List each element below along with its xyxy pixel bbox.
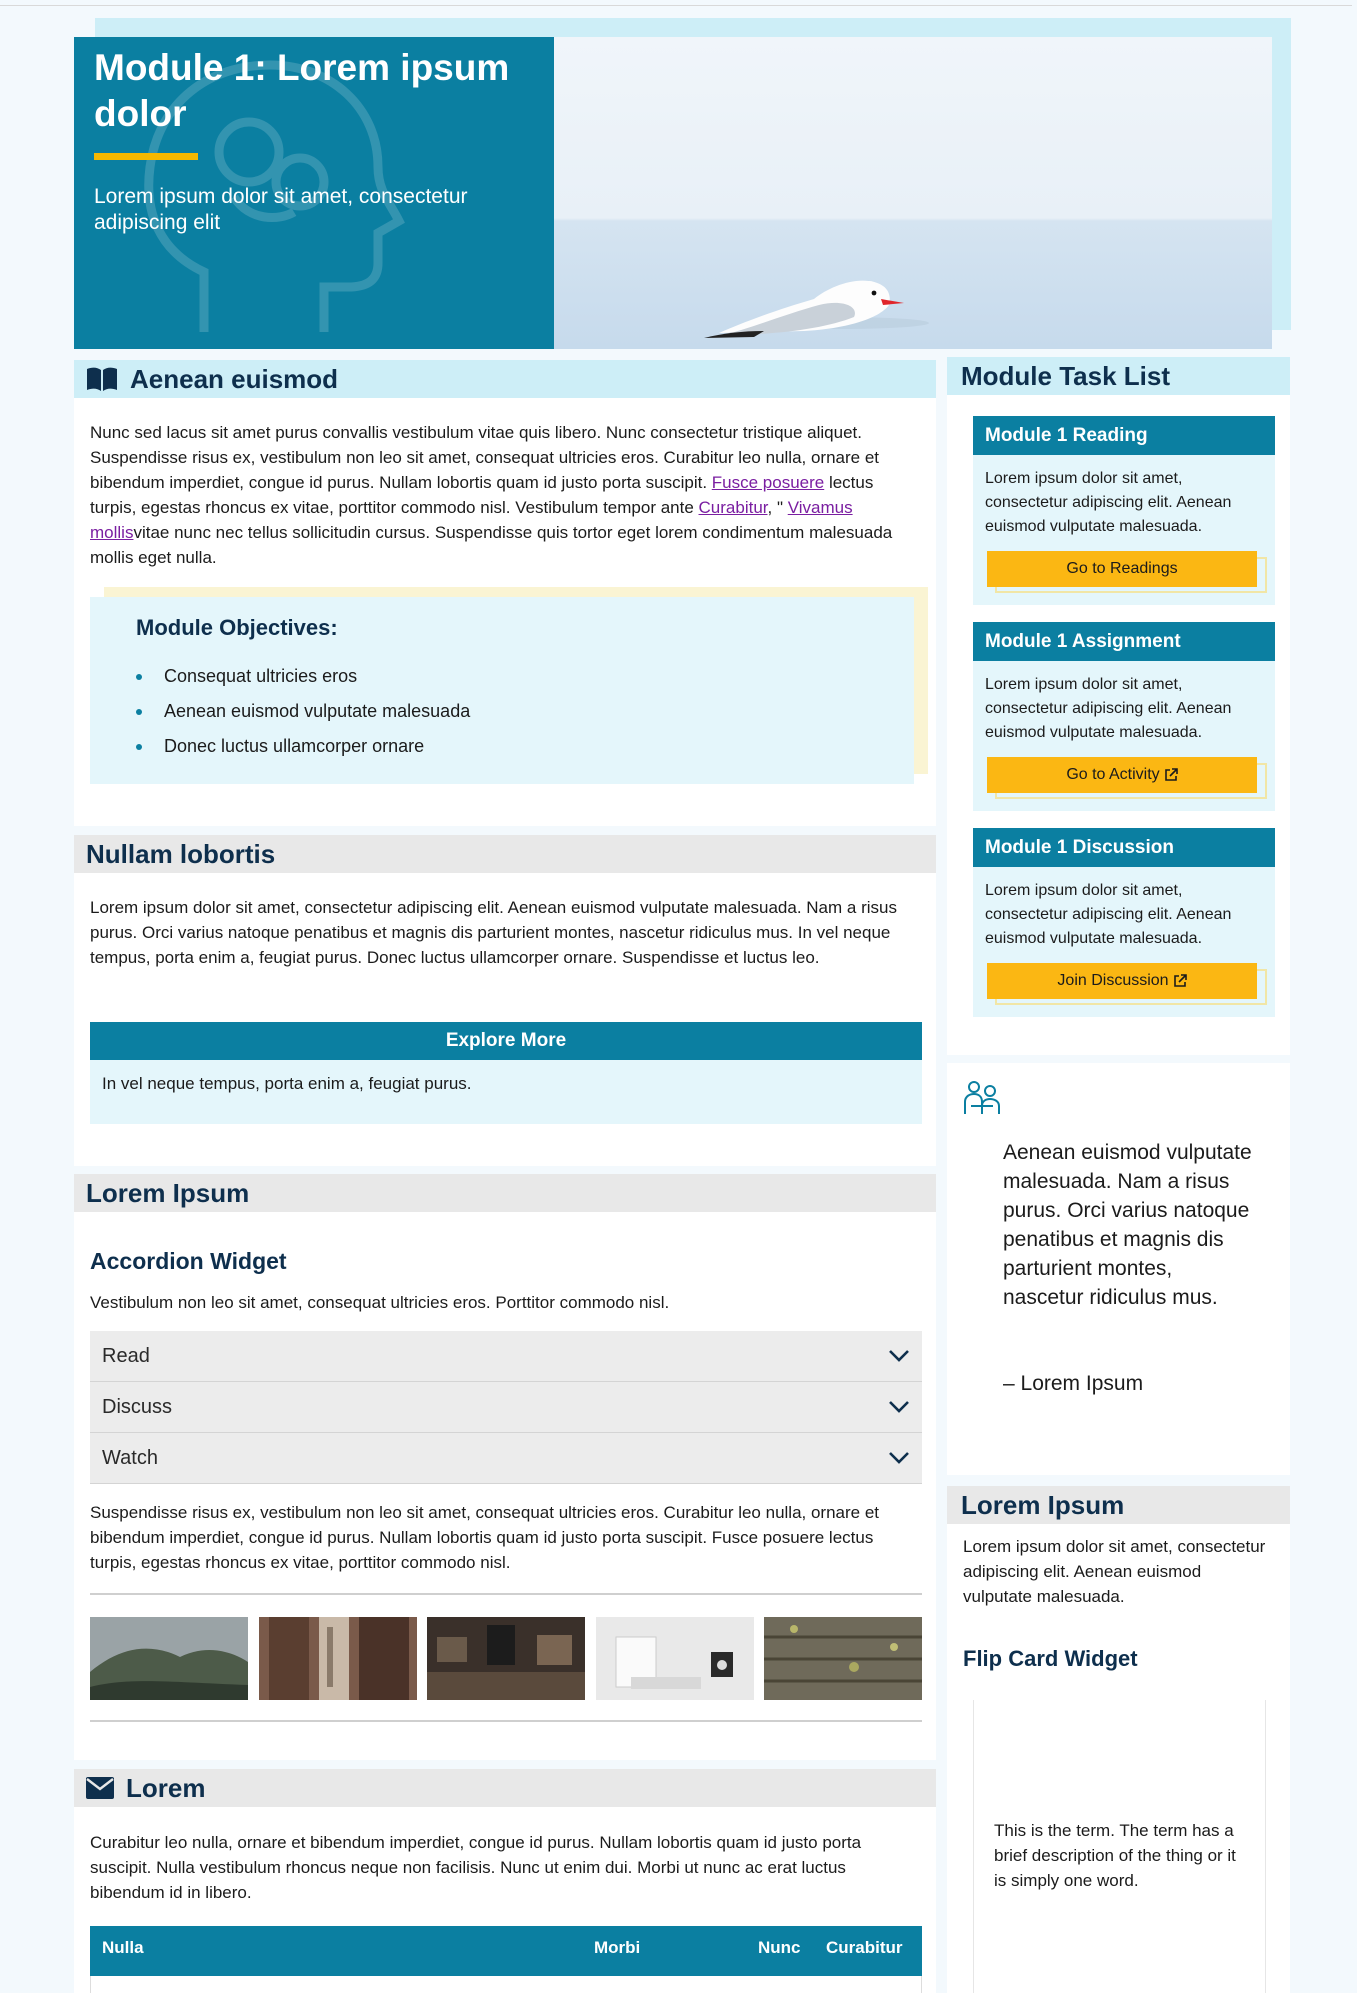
section-paragraph: Nunc sed lacus sit amet purus convallis … — [90, 420, 922, 570]
table-header-cell: Morbi — [594, 1938, 641, 1957]
go-to-activity-button[interactable]: Go to Activity — [987, 757, 1257, 793]
task-title: Module 1 Assignment — [973, 622, 1275, 661]
task-button-wrap: Go to Activity — [985, 757, 1267, 801]
gallery-bottom-divider — [90, 1720, 922, 1722]
title-underline — [94, 153, 198, 160]
flip-card-text: This is the term. The term has a brief d… — [994, 1821, 1236, 1890]
table-header-cell: Nunc — [758, 1938, 801, 1957]
accordion-item-read[interactable]: Read — [90, 1331, 922, 1382]
page-subtitle: Lorem ipsum dolor sit amet, consectetur … — [94, 185, 468, 234]
sidebar-lorem-header: Lorem Ipsum — [947, 1486, 1290, 1524]
book-icon — [87, 367, 117, 391]
top-divider — [0, 5, 1352, 6]
task-body: Lorem ipsum dolor sit amet, consectetur … — [973, 867, 1275, 1017]
paragraph-text: vitae nunc nec tellus sollicitudin cursu… — [90, 523, 893, 567]
objective-item: Donec luctus ullamcorper ornare — [136, 729, 868, 764]
section-title: Lorem — [126, 1772, 206, 1803]
seagull-image — [704, 280, 929, 338]
go-to-readings-button[interactable]: Go to Readings — [987, 551, 1257, 587]
accordion-intro: Vestibulum non leo sit amet, consequat u… — [90, 1293, 670, 1312]
external-link-icon — [1164, 768, 1178, 781]
table-header-cell: Curabitur — [826, 1938, 903, 1957]
objective-item: Aenean euismod vulputate malesuada — [136, 694, 868, 729]
people-discussion-icon — [964, 1081, 1000, 1114]
external-link-icon — [1173, 974, 1187, 987]
chevron-down-icon — [889, 1452, 909, 1464]
objectives-title: Module Objectives: — [136, 615, 338, 640]
task-title: Module 1 Discussion — [973, 828, 1275, 867]
gallery-image-street[interactable] — [258, 1617, 417, 1700]
accordion: Read Discuss Watch — [90, 1331, 922, 1484]
sidebar-lorem-title: Lorem Ipsum — [961, 1489, 1125, 1520]
section-header-lorem: Lorem — [74, 1769, 936, 1807]
link-curabitur[interactable]: Curabitur — [699, 498, 768, 517]
section-paragraph: Suspendisse risus ex, vestibulum non leo… — [90, 1503, 880, 1572]
accordion-item-watch[interactable]: Watch — [90, 1433, 922, 1484]
objective-item: Consequat ultricies eros — [136, 659, 868, 694]
section-paragraph: Lorem ipsum dolor sit amet, consectetur … — [90, 898, 897, 967]
sidebar-lorem-text: Lorem ipsum dolor sit amet, consectetur … — [963, 1537, 1266, 1606]
module-banner: Module 1: Lorem ipsum dolor Lorem ipsum … — [74, 37, 1272, 349]
task-card-discussion: Module 1 Discussion Lorem ipsum dolor si… — [973, 828, 1275, 1017]
data-table-header: Nulla Morbi Nunc Curabitur — [90, 1926, 922, 1976]
button-label: Go to Activity — [1066, 766, 1160, 783]
accordion-item-discuss[interactable]: Discuss — [90, 1382, 922, 1433]
accordion-label: Watch — [102, 1446, 158, 1469]
gallery-top-divider — [90, 1593, 922, 1595]
button-label: Go to Readings — [1066, 560, 1178, 577]
paragraph-text: , " — [767, 498, 788, 517]
section-title: Lorem Ipsum — [86, 1177, 250, 1208]
objectives-box: Module Objectives: Consequat ultricies e… — [90, 597, 914, 784]
task-list-header: Module Task List — [947, 357, 1290, 395]
gallery-image-cliffs[interactable] — [90, 1617, 248, 1700]
table-header-cell: Nulla — [102, 1938, 144, 1957]
task-card-assignment: Module 1 Assignment Lorem ipsum dolor si… — [973, 622, 1275, 811]
task-body: Lorem ipsum dolor sit amet, consectetur … — [973, 455, 1275, 605]
link-fusce-posuere[interactable]: Fusce posuere — [712, 473, 824, 492]
section-title: Nullam lobortis — [86, 838, 276, 869]
section-paragraph: Curabitur leo nulla, ornare et bibendum … — [90, 1833, 862, 1902]
task-list-title: Module Task List — [961, 360, 1170, 391]
task-description: Lorem ipsum dolor sit amet, consectetur … — [985, 470, 1232, 535]
banner-image — [554, 37, 1272, 349]
accordion-label: Discuss — [102, 1395, 173, 1418]
section-header-lorem-ipsum: Lorem Ipsum — [74, 1174, 936, 1212]
chevron-down-icon — [889, 1350, 909, 1362]
quote-text: Aenean euismod vulputate malesuada. Nam … — [1003, 1141, 1252, 1309]
accordion-title: Accordion Widget — [90, 1248, 287, 1274]
image-gallery — [90, 1617, 922, 1700]
task-description: Lorem ipsum dolor sit amet, consectetur … — [985, 676, 1232, 741]
task-description: Lorem ipsum dolor sit amet, consectetur … — [985, 882, 1232, 947]
button-label: Join Discussion — [1057, 972, 1169, 989]
banner-title-panel: Module 1: Lorem ipsum dolor Lorem ipsum … — [74, 37, 554, 349]
task-body: Lorem ipsum dolor sit amet, consectetur … — [973, 661, 1275, 811]
gallery-image-desk[interactable] — [595, 1617, 754, 1700]
objectives-list: Consequat ultricies eros Aenean euismod … — [136, 659, 868, 764]
flip-card[interactable]: This is the term. The term has a brief d… — [973, 1700, 1266, 1993]
data-table-body — [90, 1976, 922, 1993]
quote-author: – Lorem Ipsum — [1003, 1372, 1144, 1395]
envelope-icon — [86, 1777, 114, 1799]
accordion-label: Read — [102, 1344, 150, 1367]
join-discussion-button[interactable]: Join Discussion — [987, 963, 1257, 999]
task-button-wrap: Go to Readings — [985, 551, 1267, 595]
chevron-down-icon — [889, 1401, 909, 1413]
explore-more-header[interactable]: Explore More — [90, 1022, 922, 1060]
gallery-image-wood[interactable] — [764, 1617, 922, 1700]
section-title: Aenean euismod — [130, 363, 339, 394]
section-header-nullam: Nullam lobortis — [74, 835, 936, 873]
gallery-image-shop[interactable] — [427, 1617, 585, 1700]
task-card-reading: Module 1 Reading Lorem ipsum dolor sit a… — [973, 416, 1275, 605]
task-title: Module 1 Reading — [973, 416, 1275, 455]
explore-more-body: In vel neque tempus, porta enim a, feugi… — [90, 1060, 922, 1124]
section-header-aenean: Aenean euismod — [74, 360, 936, 398]
page-title: Module 1: Lorem ipsum dolor — [94, 47, 510, 134]
task-button-wrap: Join Discussion — [985, 963, 1267, 1007]
flip-card-title: Flip Card Widget — [963, 1646, 1138, 1671]
